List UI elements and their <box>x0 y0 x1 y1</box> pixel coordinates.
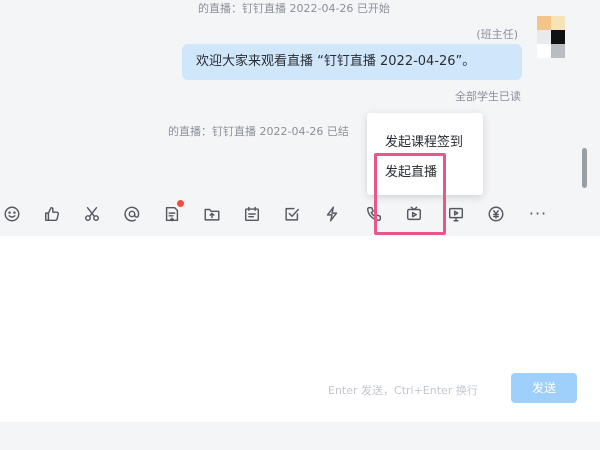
message-input-area[interactable]: Enter 发送，Ctrl+Enter 换行 发送 <box>0 236 600 422</box>
scissors-icon[interactable] <box>80 202 104 226</box>
send-button[interactable]: 发送 <box>511 373 577 403</box>
more-label: ··· <box>528 204 548 223</box>
highlight-annotation <box>374 153 446 235</box>
message-bubble[interactable]: 欢迎大家来观看直播 “钉钉直播 2022-04-26”。 <box>182 44 522 80</box>
sender-name: (班主任) <box>476 28 518 41</box>
emoji-icon[interactable] <box>0 202 24 226</box>
read-status[interactable]: 全部学生已读 <box>455 88 521 104</box>
screen-share-icon[interactable] <box>444 202 468 226</box>
bottom-strip <box>0 422 600 450</box>
system-message-live-ended: 的直播：钉钉直播 2022-04-26 已结 <box>168 125 349 138</box>
chat-area: 的直播：钉钉直播 2022-04-26 已开始 (班主任) 欢迎大家来观看直播 … <box>0 0 600 192</box>
input-hint: Enter 发送，Ctrl+Enter 换行 <box>328 384 478 397</box>
upload-folder-icon[interactable] <box>200 202 224 226</box>
system-message-live-started: 的直播：钉钉直播 2022-04-26 已开始 <box>198 2 390 15</box>
at-icon[interactable] <box>120 202 144 226</box>
lightning-icon[interactable] <box>320 202 344 226</box>
input-toolbar: ··· <box>0 192 600 236</box>
calendar-icon[interactable] <box>240 202 264 226</box>
doc-card-icon[interactable] <box>160 200 184 226</box>
menu-item-start-sign-in[interactable]: 发起课程签到 <box>385 131 463 150</box>
notification-dot <box>177 200 184 207</box>
thumbs-up-icon[interactable] <box>40 202 64 226</box>
chat-scrollbar[interactable] <box>582 148 587 188</box>
more-icon[interactable]: ··· <box>526 202 550 226</box>
avatar[interactable] <box>535 16 571 64</box>
checkbox-icon[interactable] <box>280 202 304 226</box>
currency-icon[interactable] <box>484 202 508 226</box>
